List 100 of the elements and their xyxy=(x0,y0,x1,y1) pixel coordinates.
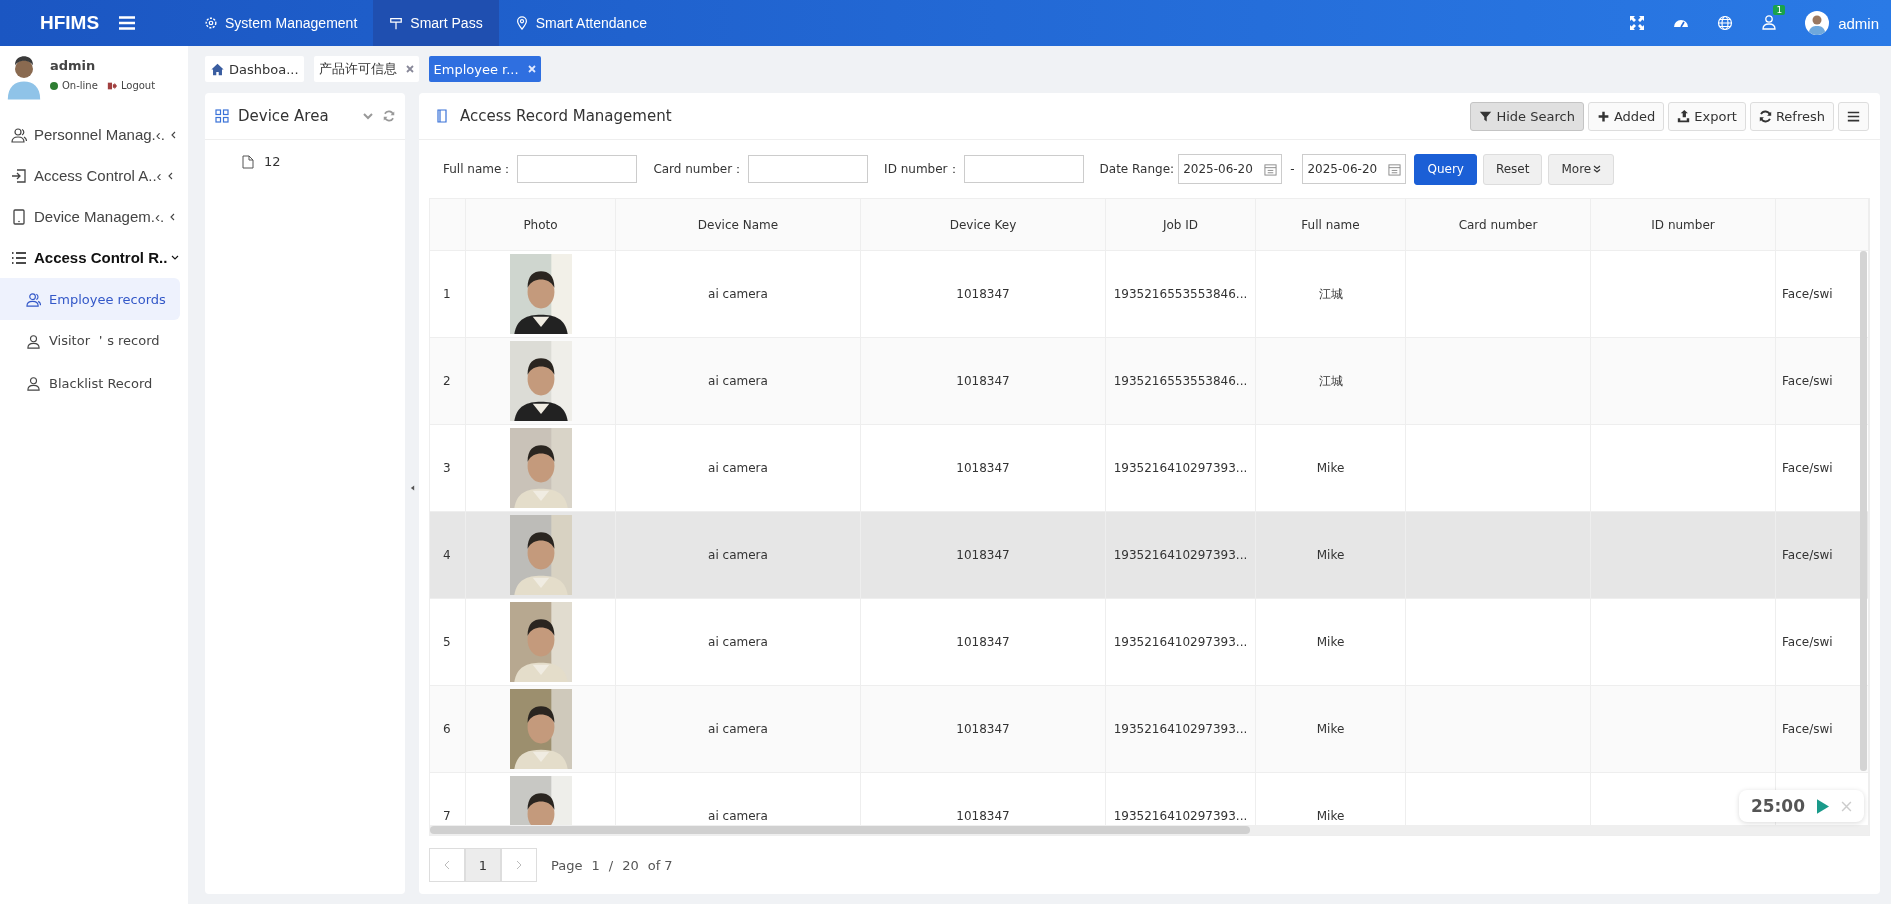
globe-icon[interactable] xyxy=(1717,15,1734,31)
calendar-icon xyxy=(1264,162,1278,176)
table-cell: Mike xyxy=(1256,599,1406,685)
menu-icon xyxy=(1847,109,1860,123)
refresh-icon xyxy=(1758,109,1772,123)
table-cell: Mike xyxy=(1256,425,1406,511)
chevron-down-icon[interactable] xyxy=(362,110,374,122)
chevron-right-icon xyxy=(515,860,523,870)
people-icon xyxy=(11,126,27,143)
column-header: Device Name xyxy=(616,199,861,251)
table-cell: 1018347 xyxy=(861,338,1106,424)
refresh-icon[interactable] xyxy=(383,110,395,122)
menu-item[interactable]: Access Control A..‹ xyxy=(0,155,188,196)
more-button[interactable]: More xyxy=(1548,153,1615,185)
reset-button[interactable]: Reset xyxy=(1482,153,1543,185)
home-icon xyxy=(210,62,225,76)
table-cell: 1935216410297393... xyxy=(1106,599,1256,685)
page-tab[interactable]: Employee r... xyxy=(428,56,541,82)
query-button[interactable]: Query xyxy=(1414,153,1477,185)
menu-button[interactable] xyxy=(1838,101,1869,131)
toolbar-button[interactable]: Export xyxy=(1668,101,1746,131)
table-row[interactable]: 2 ai camera 1018347 1935216553553846... 江城 Face/swi xyxy=(430,338,1869,425)
toolbar-button[interactable]: Hide Search xyxy=(1470,101,1584,131)
nav-tab[interactable]: Smart Pass xyxy=(373,0,499,46)
menu-item[interactable]: Access Control R.. xyxy=(0,237,188,278)
submenu-item[interactable]: Employee records xyxy=(0,278,180,320)
logout-link[interactable]: Logout xyxy=(120,80,156,91)
file-icon xyxy=(242,154,254,169)
date-field[interactable]: 2025-06-20 xyxy=(1302,154,1407,184)
table-row[interactable]: 6 ai camera 1018347 1935216410297393... Mike Face/swi xyxy=(430,686,1869,773)
chevron-left-icon xyxy=(443,860,451,870)
table-cell: 1018347 xyxy=(861,425,1106,511)
page-button[interactable]: 1 xyxy=(465,848,501,882)
scrollbar[interactable] xyxy=(430,826,1250,834)
sign-in-icon xyxy=(11,167,27,184)
page-label: Page xyxy=(551,857,583,873)
row-number: 3 xyxy=(430,425,466,511)
row-number: 1 xyxy=(430,251,466,337)
table-row[interactable]: 3 ai camera 1018347 1935216410297393... Mike Face/swi xyxy=(430,425,1869,512)
column-header: Photo xyxy=(466,199,616,251)
menu-item[interactable]: Personnel Manag.‹. xyxy=(0,114,188,155)
submenu-item[interactable]: Visitor ＇s record xyxy=(0,320,180,362)
status-label: On-line xyxy=(62,80,98,91)
panel-title: Access Record Management xyxy=(460,107,672,125)
tablet-icon xyxy=(11,208,27,225)
page-tab[interactable]: Dashboa... xyxy=(205,56,304,82)
calendar-icon xyxy=(1388,162,1402,176)
table-cell: ai camera xyxy=(616,686,861,772)
field-label: ID number： xyxy=(884,160,960,178)
table-cell: 1018347 xyxy=(861,512,1106,598)
page-size: 20 xyxy=(622,857,639,873)
menu-item[interactable]: Device Managem.‹. xyxy=(0,196,188,237)
page-separator: / xyxy=(608,857,614,873)
table-cell: 1018347 xyxy=(861,251,1106,337)
user-name[interactable]: admin xyxy=(1838,14,1879,32)
row-number: 4 xyxy=(430,512,466,598)
person-icon xyxy=(26,333,41,349)
submenu-item[interactable]: Blacklist Record xyxy=(0,362,180,404)
export-icon xyxy=(1677,109,1691,123)
fullscreen-icon[interactable] xyxy=(1629,15,1646,31)
avatar-icon xyxy=(6,54,42,100)
row-number: 2 xyxy=(430,338,466,424)
table-cell: ai camera xyxy=(616,338,861,424)
page-number: 1 xyxy=(591,857,600,873)
table-cell: ai camera xyxy=(616,425,861,511)
toolbar-button[interactable]: Refresh xyxy=(1749,101,1834,131)
search-field[interactable] xyxy=(748,155,869,183)
table-cell: 1935216410297393... xyxy=(1106,686,1256,772)
date-field[interactable]: 2025-06-20 xyxy=(1178,154,1283,184)
field-label: Card number： xyxy=(653,160,745,178)
column-header: ID number xyxy=(1591,199,1776,251)
table-cell: ai camera xyxy=(616,251,861,337)
search-field[interactable] xyxy=(963,155,1084,183)
column-header: Device Key xyxy=(861,199,1106,251)
tree-item[interactable]: 12 xyxy=(205,140,405,169)
notification-badge: 1 xyxy=(1773,4,1786,15)
table-row[interactable]: 5 ai camera 1018347 1935216410297393... Mike Face/swi xyxy=(430,599,1869,686)
toolbar-button[interactable]: Added xyxy=(1587,101,1665,131)
avatar-icon[interactable] xyxy=(1805,11,1830,35)
plus-icon xyxy=(1596,109,1610,123)
table-cell: 1935216553553846... xyxy=(1106,251,1256,337)
table-row[interactable]: 1 ai camera 1018347 1935216553553846... 江城 Face/swi xyxy=(430,251,1869,338)
table-cell: 1935216410297393... xyxy=(1106,512,1256,598)
grid-icon xyxy=(215,109,229,123)
close-icon[interactable] xyxy=(405,65,414,73)
play-icon[interactable] xyxy=(1817,798,1829,814)
column-header: Card number xyxy=(1406,199,1591,251)
table-row[interactable]: 4 ai camera 1018347 1935216410297393... Mike Face/swi xyxy=(430,512,1869,599)
person-icon[interactable] xyxy=(1761,13,1778,30)
chevron-left-icon xyxy=(168,212,177,221)
search-field[interactable] xyxy=(517,155,638,183)
double-chevron-down-icon xyxy=(1593,165,1602,173)
nav-tab[interactable]: Smart Attendance xyxy=(498,0,663,46)
scrollbar[interactable] xyxy=(1860,251,1867,771)
table-cell: 1935216553553846... xyxy=(1106,338,1256,424)
column-header: Job ID xyxy=(1106,199,1256,251)
menu-icon[interactable] xyxy=(119,16,136,30)
table-cell: Mike xyxy=(1256,686,1406,772)
nav-tab[interactable]: System Management xyxy=(188,0,374,46)
page-tab[interactable]: 产品许可信息 xyxy=(313,56,419,82)
